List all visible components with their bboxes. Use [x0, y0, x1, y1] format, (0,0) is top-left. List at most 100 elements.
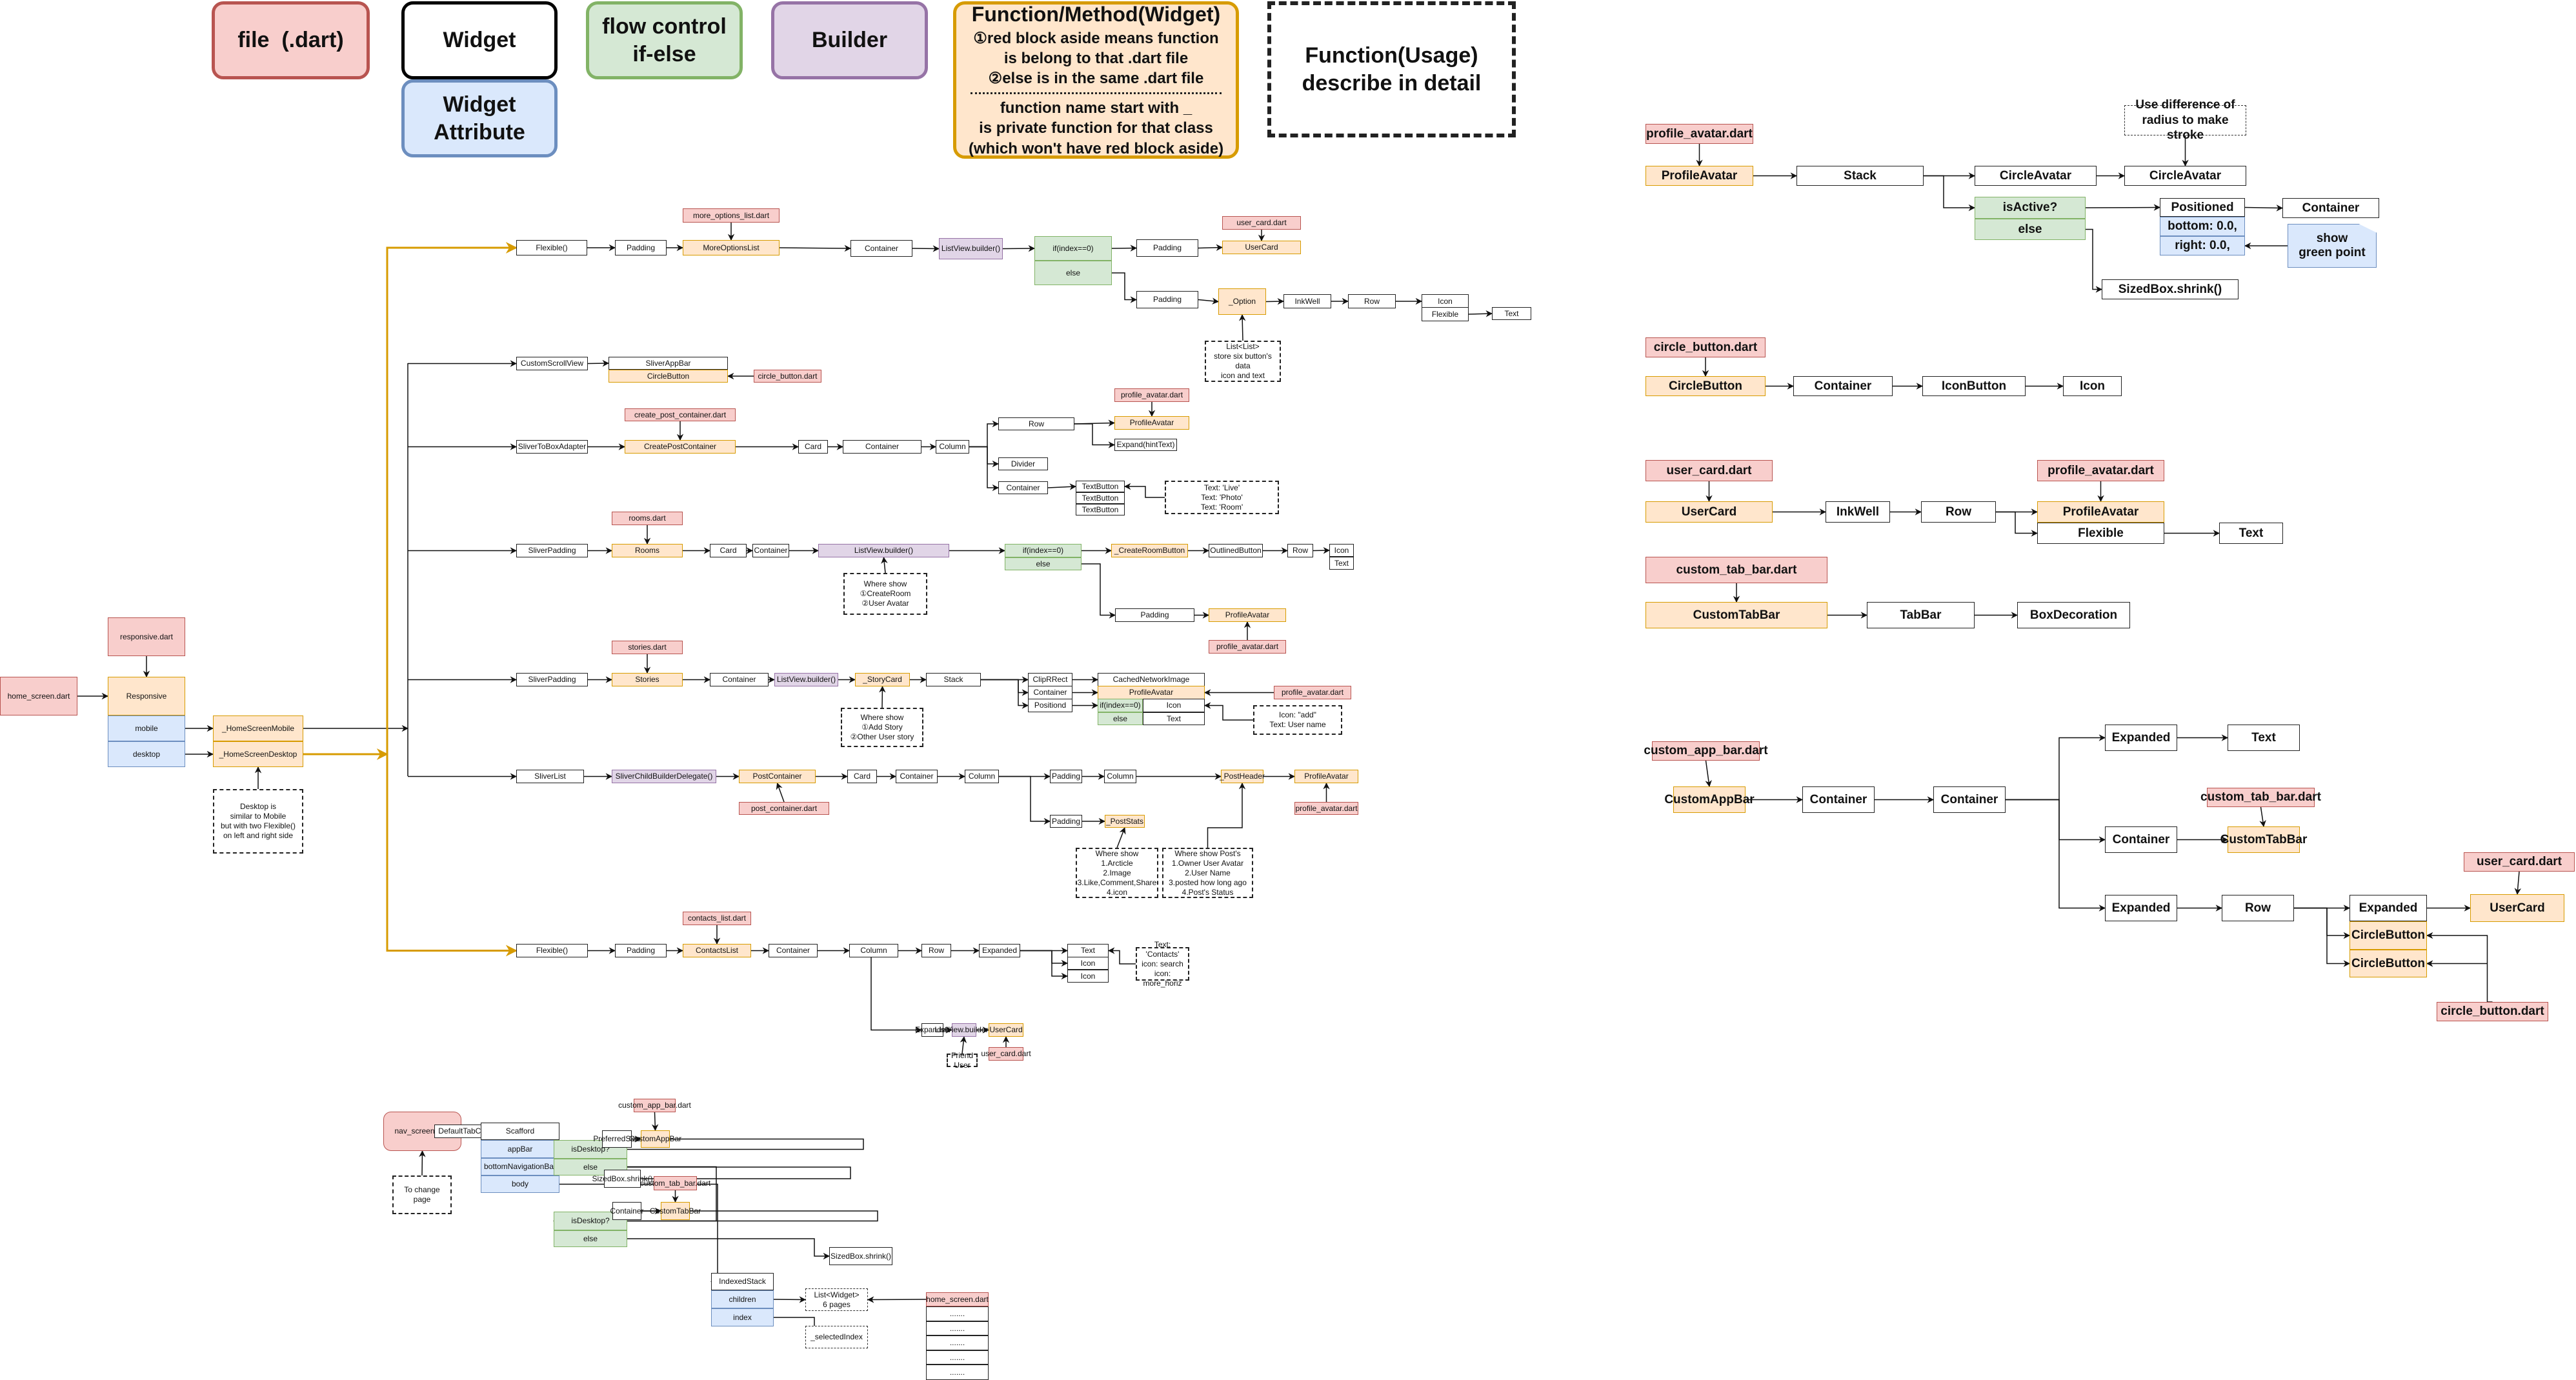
widget-flexible: Flexible() — [516, 240, 587, 255]
widget-profile-avatar-label: ProfileAvatar — [1304, 772, 1349, 781]
widget-icon-label: Icon — [1080, 971, 1096, 981]
widget-container-label: Container — [1006, 483, 1040, 492]
page-item: ....... — [926, 1350, 989, 1365]
widget-user-card: UserCard — [1222, 241, 1301, 254]
page-item-label: ....... — [949, 1367, 965, 1377]
note-post-header-label: Where show Post's 1.Owner User Avatar 2.… — [1169, 848, 1247, 897]
widget-story-card: _StoryCard — [855, 673, 910, 686]
widget-flexible-label: Flexible() — [536, 243, 568, 252]
widget-inkwell-label: InkWell — [1836, 505, 1880, 519]
flow-if-label: if(index==0) — [1022, 546, 1064, 555]
widget-expanded: Expanded — [2350, 895, 2427, 921]
connector-arrow — [1112, 272, 1138, 303]
widget-flexible-label: Flexible() — [536, 946, 569, 955]
widget-text-button-label: TextButton — [1082, 481, 1119, 491]
page-item-label: ....... — [949, 1309, 965, 1318]
file-user-card-label: user_card.dart — [1666, 463, 1752, 477]
file-create-post-label: create_post_container.dart — [634, 410, 727, 419]
note-rooms-label: Where show ①CreateRoom ②User Avatar — [860, 579, 911, 608]
widget-sized-box-label: SizedBox.shrink() — [830, 1251, 892, 1261]
note-desktop: Desktop is similar to Mobile but with tw… — [213, 789, 303, 854]
widget-circle-button: CircleButton — [1645, 376, 1766, 396]
widget-circle-button-label: CircleButton — [1669, 379, 1742, 393]
widget-padding-label: Padding — [1051, 772, 1081, 781]
connector-arrow — [1207, 782, 1246, 848]
widget-text-label: Text — [1334, 558, 1349, 568]
file-custom-tab-bar-label: custom_tab_bar.dart — [2200, 790, 2321, 805]
widget-text-label: Text — [2251, 730, 2276, 745]
widget-responsive-label: Responsive — [126, 691, 167, 701]
widget-custom-tab-bar-label: CustomTabBar — [1693, 608, 1780, 622]
widget-padding-label: Padding — [626, 243, 656, 252]
widget-row: Row — [1921, 501, 1996, 523]
note-friend-user: Friend User — [947, 1051, 978, 1070]
builder-sliver-child-builder-delegate-label: SliverChildBuilderDelegate() — [615, 772, 713, 781]
widget-custom-app-bar: CustomAppBar — [629, 1130, 681, 1148]
flow-if-label: if(index==0) — [1100, 701, 1141, 710]
widget-column: Column — [965, 770, 999, 783]
attr-mobile-label: mobile — [135, 723, 158, 733]
widget-sliver-padding-label: SliverPadding — [528, 675, 576, 684]
connector-arrow — [1002, 245, 1036, 252]
file-more-options: more_options_list.dart — [683, 208, 780, 223]
file-profile-avatar-label: profile_avatar.dart — [1295, 803, 1358, 813]
flow-else-label: else — [2018, 222, 2042, 236]
widget-circle-avatar: CircleAvatar — [2124, 166, 2246, 186]
attr-children-label: children — [729, 1294, 756, 1304]
builder-sliver-child-builder-delegate: SliverChildBuilderDelegate() — [612, 770, 716, 783]
connector-arrow — [969, 446, 1000, 468]
connector-arrow — [2426, 932, 2493, 1003]
widget-text: Text — [1067, 944, 1109, 957]
widget-row-label: Row — [1028, 419, 1044, 428]
file-circle-button: circle_button.dart — [754, 370, 821, 383]
widget-profile-avatar: ProfileAvatar — [1098, 686, 1205, 699]
connector-arrow — [912, 245, 940, 252]
attr-right: right: 0.0, — [2160, 236, 2245, 255]
widget-container-label: Container — [776, 946, 810, 955]
connector-arrow — [2006, 734, 2106, 801]
widget-text-button: TextButton — [1076, 492, 1125, 504]
widget-user-card-label: UserCard — [2490, 901, 2545, 915]
note-contacts: Text: 'Contacts' icon: search icon: more… — [1136, 940, 1189, 988]
widget-outlined-button-label: OutlinedButton — [1210, 546, 1262, 555]
note-text-buttons-label: Text: 'Live' Text: 'Photo' Text: 'Room' — [1200, 483, 1243, 512]
note-change-page: To change page — [392, 1175, 452, 1214]
widget-icon: Icon — [1067, 970, 1109, 983]
widget-text-label: Text — [1166, 714, 1181, 723]
flow-if: if(index==0) — [1005, 544, 1082, 557]
widget-profile-avatar: ProfileAvatar — [1294, 770, 1358, 783]
connector-arrow — [1996, 511, 2038, 537]
file-user-card: user_card.dart — [2464, 852, 2575, 872]
widget-profile-avatar: ProfileAvatar — [1645, 166, 1753, 186]
builder-listview: ListView.builder() — [774, 673, 838, 686]
widget-padding-label: Padding — [1152, 243, 1182, 252]
widget-circle-avatar-label: CircleAvatar — [1999, 168, 2072, 183]
widget-row: Row — [921, 944, 951, 957]
file-responsive: responsive.dart — [108, 617, 185, 656]
widget-tab-bar: TabBar — [1867, 602, 1975, 628]
widget-container: Container — [1933, 786, 2006, 813]
widget-expanded-label: Expanded — [2111, 901, 2171, 915]
note-stroke-label: Use difference of radius to make stroke — [2135, 97, 2235, 143]
attr-bottom-navigation-bar-label: bottomNavigationBar — [483, 1162, 557, 1171]
widget-card-label: Card — [853, 772, 870, 781]
widget-icon-label: Icon — [1438, 296, 1453, 306]
widget-padding: Padding — [615, 240, 667, 255]
flow-else-label: else — [1065, 268, 1080, 277]
file-custom-tab-bar: custom_tab_bar.dart — [1645, 557, 1827, 583]
page-item: ....... — [926, 1321, 989, 1335]
connector-arrow — [1116, 827, 1126, 848]
widget-contacts-list-label: ContactsList — [695, 946, 739, 955]
widget-home-mobile-label: _HomeScreenMobile — [221, 723, 295, 733]
builder-listview-label: ListView.builder() — [776, 675, 836, 684]
widget-text-button-label: TextButton — [1082, 493, 1119, 503]
file-user-card-label: user_card.dart — [1236, 218, 1287, 227]
widget-container: Container — [710, 673, 769, 686]
widget-create-post-container-label: CreatePostContainer — [643, 442, 717, 451]
page-item: ....... — [926, 1365, 989, 1380]
file-profile-avatar-label: profile_avatar.dart — [1120, 390, 1183, 399]
file-circle-button: circle_button.dart — [1645, 337, 1766, 357]
note-stroke: Use difference of radius to make stroke — [2124, 98, 2246, 142]
note-selected-index: _selectedIndex — [805, 1326, 868, 1348]
attr-body: body — [481, 1175, 559, 1193]
